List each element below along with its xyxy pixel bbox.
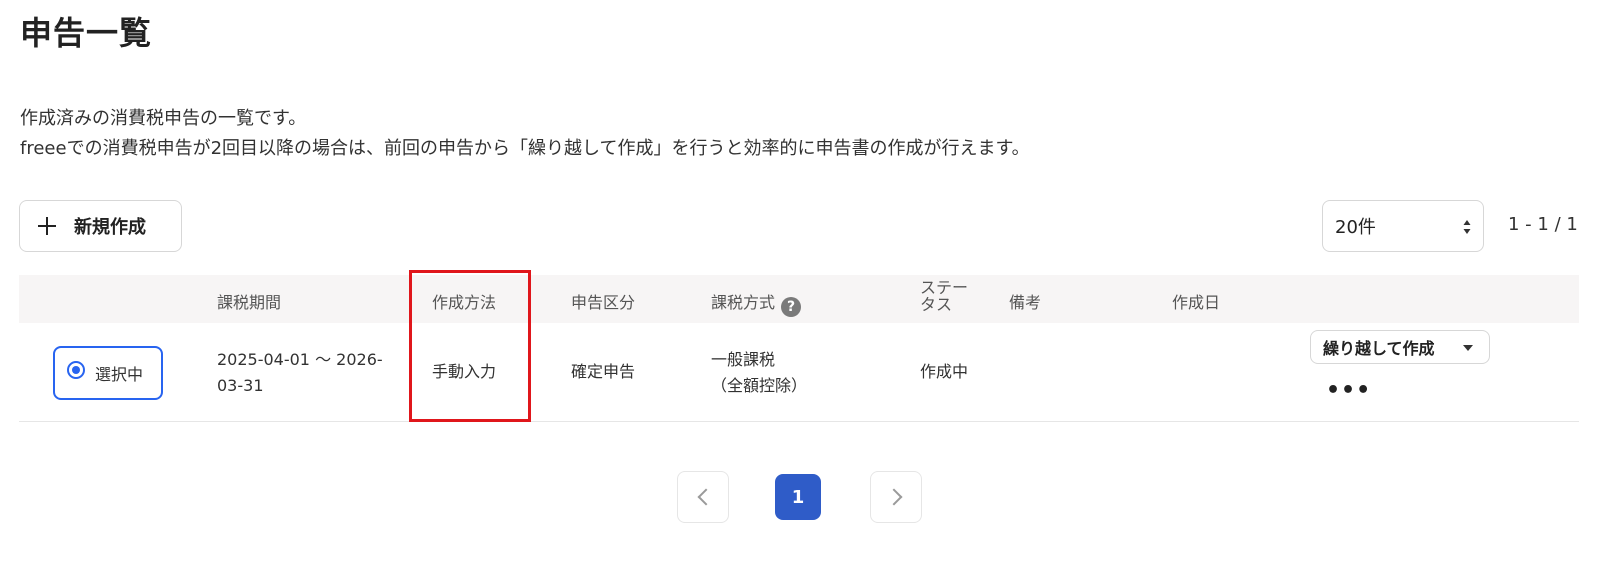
- per-page-select[interactable]: 20件: [1322, 200, 1484, 252]
- radio-selected-icon: [67, 361, 85, 379]
- description-line-1: 作成済みの消費税申告の一覧です。: [20, 108, 307, 129]
- column-header-tax-method: 課税方式?: [711, 289, 802, 317]
- declaration-table: 課税期間 作成方法 申告区分 課税方式? ステータス 備考 作成日 選択中 20…: [19, 275, 1579, 422]
- table-row: 選択中 2025-04-01 〜 2026-03-31 手動入力 確定申告 一般…: [19, 323, 1579, 422]
- cell-period: 2025-04-01 〜 2026-03-31: [217, 350, 383, 395]
- carry-over-create-button[interactable]: 繰り越して作成: [1310, 330, 1490, 364]
- cell-tax-method-line-1: 一般課税: [711, 350, 776, 369]
- selected-radio-button[interactable]: 選択中: [53, 346, 163, 400]
- new-create-button[interactable]: 新規作成: [19, 200, 182, 252]
- caret-down-icon: [1463, 345, 1473, 351]
- column-header-kind: 申告区分: [571, 293, 636, 312]
- ellipsis-icon[interactable]: •••: [1326, 380, 1371, 402]
- plus-icon: [38, 217, 56, 235]
- column-header-tax-method-label: 課税方式: [711, 293, 776, 312]
- table-header: 課税期間 作成方法 申告区分 課税方式? ステータス 備考 作成日: [19, 275, 1579, 323]
- cell-method: 手動入力: [432, 362, 497, 381]
- selected-label: 選択中: [95, 365, 144, 384]
- new-create-label: 新規作成: [74, 217, 146, 238]
- column-header-method: 作成方法: [432, 293, 497, 312]
- question-circle-icon[interactable]: ?: [781, 297, 802, 317]
- cell-tax-method-line-2: （全額控除）: [711, 376, 808, 395]
- updown-arrow-icon: [1463, 220, 1471, 234]
- chevron-left-icon: [697, 488, 714, 506]
- result-range: 1 - 1 / 1: [1508, 214, 1578, 235]
- cell-kind: 確定申告: [571, 362, 636, 381]
- column-header-period: 課税期間: [217, 293, 282, 312]
- description-line-2: freeeでの消費税申告が2回目以降の場合は、前回の申告から「繰り越して作成」を…: [20, 138, 1030, 159]
- pagination-page-current[interactable]: 1: [775, 474, 821, 520]
- column-header-created: 作成日: [1172, 293, 1221, 312]
- per-page-value: 20件: [1335, 217, 1376, 238]
- column-header-status: ステータス: [920, 278, 969, 314]
- page-description: 作成済みの消費税申告の一覧です。 freeeでの消費税申告が2回目以降の場合は、…: [20, 104, 1030, 164]
- pagination-next-button[interactable]: [870, 471, 922, 523]
- chevron-right-icon: [885, 488, 902, 506]
- column-header-notes: 備考: [1009, 293, 1042, 312]
- page-title: 申告一覧: [20, 14, 153, 52]
- cell-tax-method: 一般課税 （全額控除）: [711, 347, 807, 399]
- pagination-prev-button[interactable]: [677, 471, 729, 523]
- carry-over-label: 繰り越して作成: [1323, 339, 1435, 358]
- cell-status: 作成中: [920, 362, 969, 381]
